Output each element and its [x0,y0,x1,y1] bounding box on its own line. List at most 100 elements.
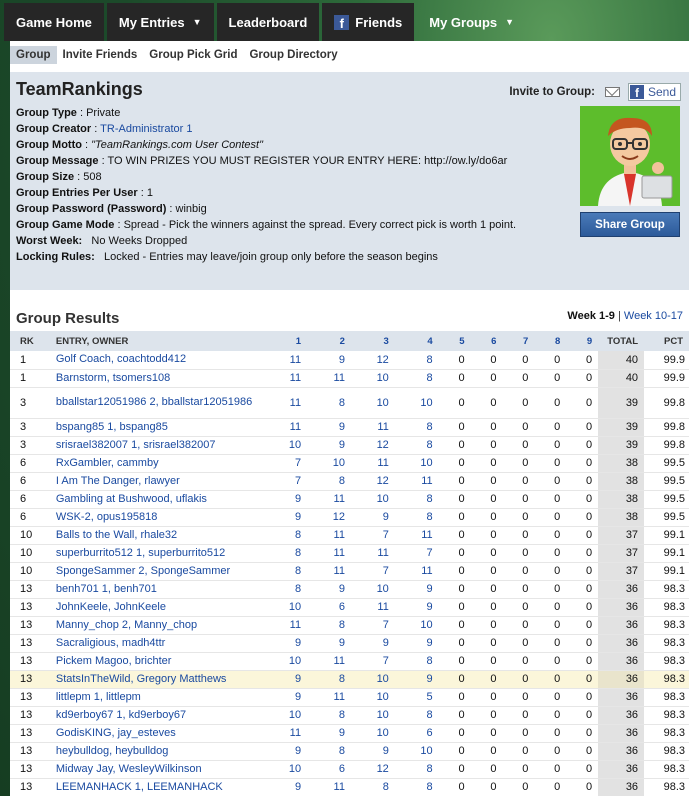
nav-leaderboard[interactable]: Leaderboard [216,3,320,41]
week-1-score[interactable]: 10 [263,598,308,617]
header-week-9[interactable]: 9 [566,331,599,351]
detail-value[interactable]: TR-Administrator 1 [100,123,192,135]
week-4-score[interactable]: 11 [394,562,439,581]
entry-owner-link[interactable]: StatsInTheWild, Gregory Matthews [55,670,264,689]
entry-owner-link[interactable]: bspang85 1, bspang85 [55,418,264,437]
week-3-score[interactable]: 10 [350,724,395,743]
week-3-score[interactable]: 11 [350,418,395,437]
week-4-score[interactable]: 8 [394,351,439,370]
week-3-score[interactable]: 11 [350,454,395,473]
week-1-score[interactable]: 11 [263,387,308,419]
week-4-score[interactable]: 9 [394,670,439,689]
week-2-score[interactable]: 11 [307,778,351,796]
week-2-score[interactable]: 9 [307,634,351,653]
week-2-score[interactable]: 11 [307,490,351,509]
entry-owner-link[interactable]: JohnKeele, JohnKeele [55,598,264,617]
week-2-score[interactable]: 11 [307,369,351,388]
header-week-7[interactable]: 7 [502,331,535,351]
week-4-score[interactable]: 11 [394,526,439,545]
week-4-score[interactable]: 8 [394,436,439,455]
week-4-score[interactable]: 5 [394,688,439,707]
week-4-score[interactable]: 8 [394,369,439,388]
week-1-score[interactable]: 9 [263,688,308,707]
entry-owner-link[interactable]: SpongeSammer 2, SpongeSammer [55,562,264,581]
week-3-score[interactable]: 7 [350,616,395,635]
week-4-score[interactable]: 9 [394,634,439,653]
week-1-score[interactable]: 7 [263,454,308,473]
week-4-score[interactable]: 6 [394,724,439,743]
week-3-score[interactable]: 10 [350,688,395,707]
week-3-score[interactable]: 10 [350,369,395,388]
week-1-score[interactable]: 8 [263,544,308,563]
week-1-score[interactable]: 11 [263,616,308,635]
entry-owner-link[interactable]: I Am The Danger, rlawyer [55,472,264,491]
week-3-score[interactable]: 8 [350,778,395,796]
week-2-score[interactable]: 11 [307,562,351,581]
share-group-button[interactable]: Share Group [580,212,680,237]
week-2-score[interactable]: 8 [307,742,351,761]
week-2-score[interactable]: 6 [307,760,351,779]
week-1-score[interactable]: 8 [263,580,308,599]
week-4-score[interactable]: 8 [394,652,439,671]
entry-owner-link[interactable]: benh701 1, benh701 [55,580,264,599]
week-1-score[interactable]: 8 [263,526,308,545]
entry-owner-link[interactable]: Balls to the Wall, rhale32 [55,526,264,545]
nav-friends[interactable]: f Friends [322,3,415,41]
week-2-score[interactable]: 11 [307,652,351,671]
entry-owner-link[interactable]: Midway Jay, WesleyWilkinson [55,760,264,779]
week-1-score[interactable]: 10 [263,436,308,455]
entry-owner-link[interactable]: WSK-2, opus195818 [55,508,264,527]
week-3-score[interactable]: 7 [350,526,395,545]
entry-owner-link[interactable]: bballstar12051986 2, bballstar12051986 [55,387,264,419]
week-1-score[interactable]: 10 [263,706,308,725]
week-3-score[interactable]: 12 [350,436,395,455]
week-1-score[interactable]: 10 [263,760,308,779]
week-3-score[interactable]: 10 [350,580,395,599]
week-3-score[interactable]: 10 [350,387,395,419]
week-4-score[interactable]: 8 [394,418,439,437]
week-4-score[interactable]: 10 [394,454,439,473]
week-3-score[interactable]: 11 [350,598,395,617]
week-4-score[interactable]: 9 [394,598,439,617]
week-4-score[interactable]: 9 [394,580,439,599]
week-2-score[interactable]: 8 [307,387,351,419]
week-1-score[interactable]: 11 [263,351,308,370]
entry-owner-link[interactable]: GodisKING, jay_esteves [55,724,264,743]
week-4-score[interactable]: 7 [394,544,439,563]
week-1-score[interactable]: 10 [263,652,308,671]
week-3-score[interactable]: 9 [350,634,395,653]
week-2-score[interactable]: 9 [307,351,351,370]
week-4-score[interactable]: 10 [394,742,439,761]
header-week-6[interactable]: 6 [470,331,503,351]
week-3-score[interactable]: 10 [350,490,395,509]
facebook-send-button[interactable]: f Send [627,83,681,101]
entry-owner-link[interactable]: superburrito512 1, superburrito512 [55,544,264,563]
week-2-score[interactable]: 8 [307,616,351,635]
entry-owner-link[interactable]: LEEMANHACK 1, LEEMANHACK [55,778,264,796]
week-2-score[interactable]: 8 [307,706,351,725]
week-1-score[interactable]: 11 [263,369,308,388]
week-3-score[interactable]: 11 [350,544,395,563]
header-week-3[interactable]: 3 [350,331,395,351]
week-2-score[interactable]: 11 [307,526,351,545]
email-icon[interactable] [604,87,620,97]
subnav-group-directory[interactable]: Group Directory [243,46,343,64]
week-other-link[interactable]: Week 10-17 [624,310,683,322]
week-2-score[interactable]: 9 [307,436,351,455]
week-1-score[interactable]: 11 [263,724,308,743]
week-3-score[interactable]: 10 [350,706,395,725]
week-2-score[interactable]: 8 [307,670,351,689]
week-3-score[interactable]: 7 [350,652,395,671]
entry-owner-link[interactable]: Sacraligious, madh4ttr [55,634,264,653]
week-3-score[interactable]: 12 [350,351,395,370]
week-1-score[interactable]: 9 [263,670,308,689]
week-current[interactable]: Week 1-9 [567,310,615,322]
header-week-4[interactable]: 4 [394,331,439,351]
week-4-score[interactable]: 10 [394,616,439,635]
week-3-score[interactable]: 12 [350,760,395,779]
entry-owner-link[interactable]: Pickem Magoo, brichter [55,652,264,671]
week-2-score[interactable]: 8 [307,472,351,491]
week-3-score[interactable]: 7 [350,562,395,581]
subnav-group[interactable]: Group [10,45,57,64]
entry-owner-link[interactable]: srisrael382007 1, srisrael382007 [55,436,264,455]
